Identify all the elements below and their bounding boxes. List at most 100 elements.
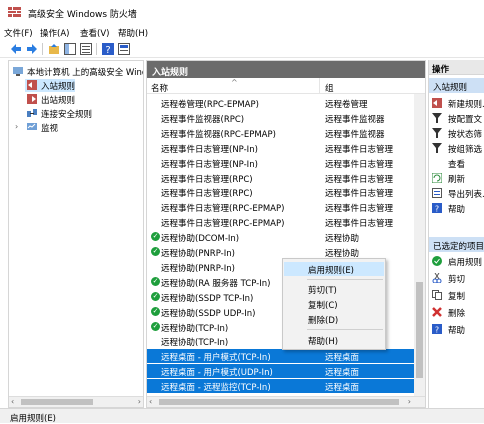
rule-row[interactable]: 远程事件日志管理(RPC-EPMAP) 远程事件日志管理: [147, 200, 415, 214]
action-label: 刷新: [448, 175, 466, 185]
new-rule-icon: [432, 98, 442, 108]
rule-row[interactable]: 远程桌面 - 远程监控(TCP-In) 远程桌面: [147, 379, 415, 394]
up-folder-icon[interactable]: [48, 43, 60, 55]
rule-row[interactable]: 远程事件监视器(RPC-EPMAP) 远程事件监视器: [147, 126, 415, 140]
rule-name: 远程事件日志管理(RPC-EPMAP): [161, 219, 285, 230]
action-enable-rule[interactable]: 启用规则: [429, 254, 484, 268]
action-refresh[interactable]: 刷新: [429, 171, 484, 185]
ctx-copy[interactable]: 复制(C): [284, 297, 384, 311]
connection-security-icon: [27, 109, 37, 117]
action-cut[interactable]: 剪切: [429, 271, 484, 285]
enabled-check-icon: ✓: [151, 276, 160, 286]
menu-action[interactable]: 操作(A): [40, 27, 69, 39]
tree-item-outbound[interactable]: 出站规则: [25, 93, 105, 106]
rule-row[interactable]: 远程桌面 - 用户模式(TCP-In) 远程桌面: [147, 349, 415, 364]
rule-row[interactable]: 远程桌面 - 用户模式(UDP-In) 远程桌面: [147, 364, 415, 379]
action-export-list[interactable]: 导出列表...: [429, 186, 484, 200]
scroll-right-icon[interactable]: ›: [408, 397, 411, 406]
menu-file[interactable]: 文件(F): [4, 27, 33, 39]
action-copy[interactable]: 复制: [429, 288, 484, 302]
action-filter-profile[interactable]: 按配置文: [429, 111, 484, 125]
horizontal-scrollbar[interactable]: ‹ ›: [147, 396, 425, 407]
actions-section-selected[interactable]: 已选定的项目: [429, 237, 484, 252]
rule-row[interactable]: ✓ 远程协助(DCOM-In) 远程协助: [147, 230, 415, 244]
scroll-right-icon[interactable]: ›: [138, 397, 141, 406]
rule-group: 远程桌面: [325, 368, 360, 379]
tree-root-label: 本地计算机 上的高级安全 Windo: [27, 68, 144, 78]
tree-horizontal-scrollbar[interactable]: ‹ ›: [9, 396, 143, 407]
rule-row[interactable]: ✓ 远程协助(PNRP-In) 远程协助: [147, 245, 415, 259]
scroll-thumb[interactable]: [159, 399, 399, 405]
ctx-help[interactable]: 帮助(H): [284, 333, 384, 347]
rule-name: 远程协助(PNRP-In): [161, 263, 235, 274]
action-help[interactable]: ? 帮助: [429, 201, 484, 215]
window-title: 高级安全 Windows 防火墙: [28, 10, 137, 20]
vertical-scrollbar[interactable]: [414, 94, 425, 398]
tree-item-connection-security[interactable]: 连接安全规则: [25, 107, 125, 120]
action-new-rule[interactable]: 新建规则...: [429, 96, 484, 110]
properties-icon[interactable]: [118, 43, 130, 55]
menu-view[interactable]: 查看(V): [80, 27, 109, 39]
scroll-thumb[interactable]: [21, 399, 93, 405]
action-filter-group[interactable]: 按组筛选: [429, 141, 484, 155]
action-delete[interactable]: 删除: [429, 305, 484, 319]
toolbar-separator: [96, 43, 97, 55]
rule-row[interactable]: 远程事件日志管理(RPC) 远程事件日志管理: [147, 185, 415, 199]
column-group[interactable]: 组: [325, 82, 334, 94]
rule-row[interactable]: 远程事件日志管理(NP-In) 远程事件日志管理: [147, 156, 415, 170]
back-icon[interactable]: [10, 43, 22, 55]
cut-icon: [432, 273, 442, 283]
action-label: 帮助: [448, 205, 466, 215]
forward-icon[interactable]: [26, 43, 38, 55]
rule-name: 远程事件日志管理(RPC-EPMAP): [161, 204, 285, 215]
scroll-thumb[interactable]: [416, 282, 423, 378]
export-list-icon[interactable]: [80, 43, 92, 55]
context-menu: 启用规则(E) 剪切(T) 复制(C) 删除(D) 帮助(H): [282, 258, 386, 350]
rule-row[interactable]: 远程事件日志管理(NP-In) 远程事件日志管理: [147, 141, 415, 155]
rule-group: 远程事件监视器: [325, 129, 385, 140]
menu-bar: 文件(F) 操作(A) 查看(V) 帮助(H): [0, 24, 484, 40]
ctx-delete[interactable]: 删除(D): [284, 312, 384, 326]
expand-arrow-icon[interactable]: ›: [15, 122, 18, 131]
tree-item-inbound[interactable]: 入站规则: [25, 79, 75, 92]
action-label: 按配置文: [448, 115, 483, 125]
menu-help[interactable]: 帮助(H): [118, 27, 148, 39]
rule-name: 远程事件日志管理(RPC): [161, 174, 253, 185]
rule-name: 远程桌面 - 远程监控(TCP-In): [161, 383, 271, 394]
ctx-label: 剪切(T): [308, 286, 337, 296]
menu-separator: [307, 279, 383, 280]
action-help-selected[interactable]: ? 帮助: [429, 322, 484, 336]
rule-group: 远程事件日志管理: [325, 204, 394, 215]
tree-root[interactable]: 本地计算机 上的高级安全 Windo: [9, 65, 143, 78]
scroll-left-icon[interactable]: ‹: [149, 397, 152, 406]
rules-list-panel: 入站规则 名称 ^ 组 远程卷管理(RPC-EPMAP) 远程卷管理 远程事件监视器…: [146, 60, 426, 408]
rule-row[interactable]: 远程事件日志管理(RPC-EPMAP) 远程事件日志管理: [147, 215, 415, 229]
scroll-left-icon[interactable]: ‹: [11, 397, 14, 406]
ctx-cut[interactable]: 剪切(T): [284, 282, 384, 296]
firewall-app-icon: [8, 7, 21, 17]
rule-row[interactable]: 远程卷管理(RPC-EPMAP) 远程卷管理: [147, 96, 415, 110]
toolbar: ?: [0, 40, 484, 58]
enabled-check-icon: ✓: [151, 291, 160, 301]
rule-row[interactable]: 远程事件监视器(RPC) 远程事件监视器: [147, 111, 415, 125]
rule-name: 远程事件监视器(RPC-EPMAP): [161, 129, 276, 140]
column-divider[interactable]: [319, 78, 320, 94]
action-label: 新建规则...: [448, 100, 484, 110]
actions-section-inbound[interactable]: 入站规则: [429, 78, 484, 93]
action-view[interactable]: 查看: [429, 156, 484, 170]
rule-group: 远程协助: [325, 234, 360, 245]
show-hide-tree-icon[interactable]: [64, 43, 76, 55]
rule-name: 远程协助(TCP-In): [161, 338, 229, 349]
ctx-enable-rule[interactable]: 启用规则(E): [284, 262, 384, 276]
help-icon[interactable]: ?: [102, 43, 114, 55]
rule-row[interactable]: 远程事件日志管理(RPC) 远程事件日志管理: [147, 171, 415, 185]
column-name[interactable]: 名称: [151, 82, 168, 94]
enabled-check-icon: ✓: [151, 306, 160, 316]
rule-name: 远程桌面 - 用户模式(UDP-In): [161, 368, 273, 379]
action-filter-state[interactable]: 按状态筛: [429, 126, 484, 140]
svg-text:?: ?: [435, 205, 439, 214]
tree-item-monitoring[interactable]: › 监视: [15, 121, 95, 134]
filter-icon: [432, 143, 442, 153]
rule-name: 远程协助(PNRP-In): [161, 249, 235, 259]
toolbar-separator: [42, 43, 43, 55]
